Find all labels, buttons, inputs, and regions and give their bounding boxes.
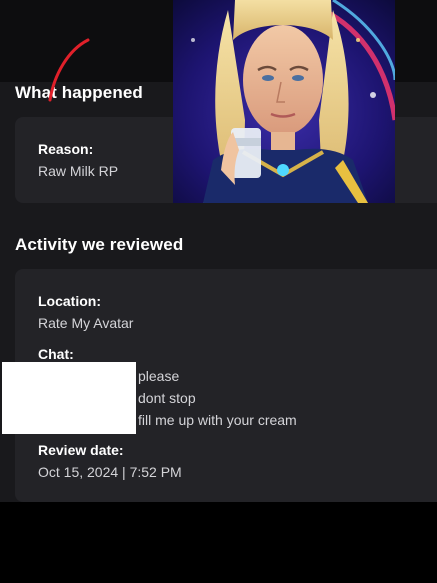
chat-line: fill me up with your cream (138, 412, 297, 428)
chat-label: Chat: (38, 346, 74, 362)
location-label: Location: (38, 293, 101, 309)
redaction-box (2, 362, 136, 434)
review-date-value: Oct 15, 2024 | 7:52 PM (38, 464, 182, 480)
bottom-bar (0, 502, 437, 583)
annotation-checkmark-mark (48, 38, 90, 102)
reason-value: Raw Milk RP (38, 163, 119, 179)
review-date-label: Review date: (38, 442, 124, 458)
activity-heading: Activity we reviewed (15, 235, 184, 254)
reason-label: Reason: (38, 141, 94, 157)
chat-line: dont stop (138, 390, 196, 406)
overlay-portrait-image (173, 0, 395, 203)
location-value: Rate My Avatar (38, 315, 134, 331)
chat-line: please (138, 368, 180, 384)
